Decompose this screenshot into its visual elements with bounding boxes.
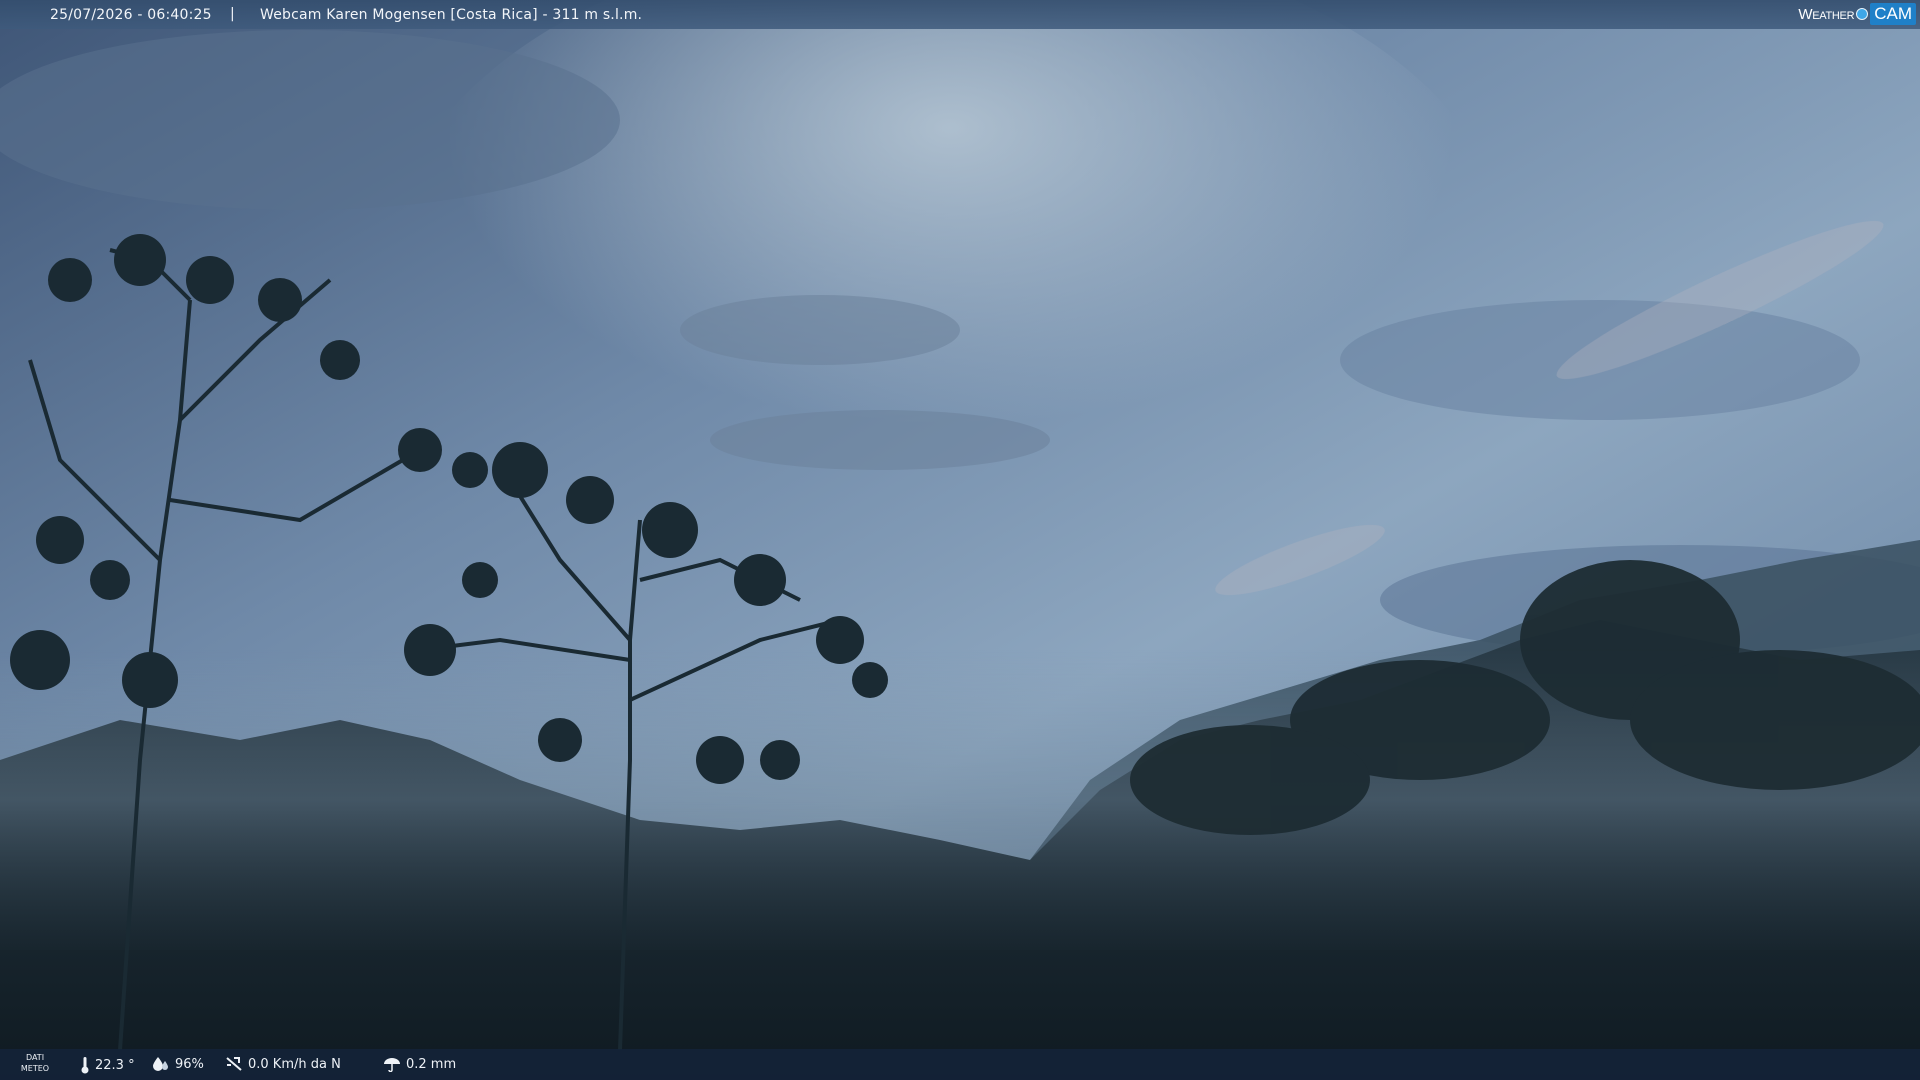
weather-data-bar: DATI METEO 22.3 ° 96% 0.0 Km/h da N 0.2 … <box>0 1049 1920 1080</box>
weathercam-logo: Weather CAM <box>1798 3 1916 25</box>
humidity-icon <box>153 1057 168 1071</box>
webcam-title: Webcam Karen Mogensen [Costa Rica] - 311… <box>260 7 643 23</box>
wind-value: 0.0 Km/h da N <box>248 1056 341 1072</box>
temperature-value: 22.3 ° <box>95 1057 135 1073</box>
webcam-scene <box>0 0 1920 1080</box>
thermometer-icon <box>81 1057 89 1074</box>
logo-word-weather: Weather <box>1798 5 1855 23</box>
timestamp: 25/07/2026 - 06:40:25 <box>50 7 212 23</box>
rain-value: 0.2 mm <box>406 1056 457 1072</box>
title-separator: | <box>230 6 235 22</box>
webcam-frame: 25/07/2026 - 06:40:25 | Webcam Karen Mog… <box>0 0 1920 1080</box>
dati-meteo-label: DATI METEO <box>20 1053 50 1073</box>
wind-reading: 0.0 Km/h da N <box>225 1056 341 1072</box>
wind-icon <box>226 1057 242 1071</box>
logo-dot-icon <box>1856 8 1869 20</box>
rain-reading: 0.2 mm <box>383 1056 456 1072</box>
temperature-reading: 22.3 ° <box>80 1056 135 1074</box>
rain-icon <box>384 1058 400 1072</box>
humidity-reading: 96% <box>152 1056 204 1072</box>
top-info-bar: 25/07/2026 - 06:40:25 | Webcam Karen Mog… <box>0 0 1920 29</box>
humidity-value: 96% <box>175 1056 204 1072</box>
logo-word-cam: CAM <box>1870 3 1916 25</box>
